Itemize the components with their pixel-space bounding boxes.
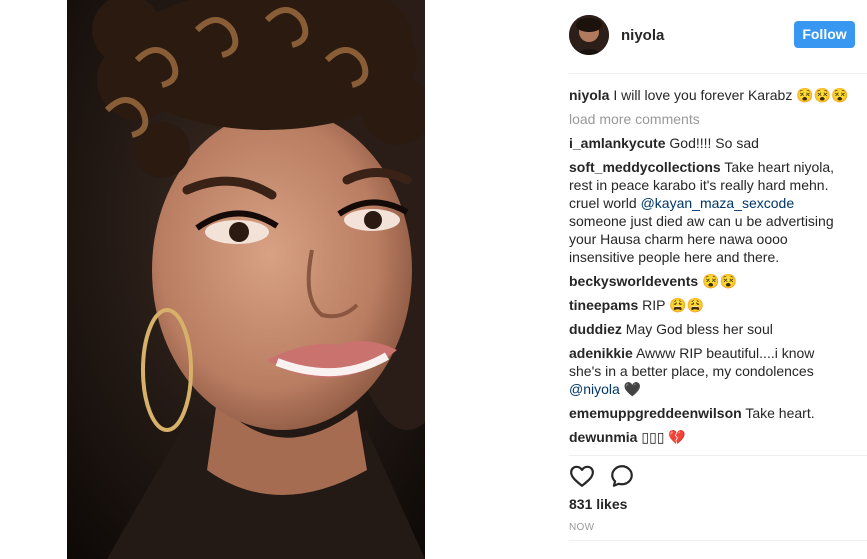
comment-mention[interactable]: @niyola (569, 381, 620, 397)
post-username[interactable]: niyola (621, 27, 664, 44)
comment-text: RIP 😩😩 (642, 297, 704, 313)
caption-text: I will love you forever Karabz 😵😵😵 (613, 87, 849, 103)
comment-username[interactable]: adenikkie (569, 345, 633, 361)
post-sidebar: niyola Follow niyola I will love you for… (569, 0, 867, 559)
comment-username[interactable]: dewunmia (569, 429, 637, 445)
load-more-comments-link[interactable]: load more comments (569, 110, 849, 128)
comment-text: 😵😵 (702, 273, 737, 289)
comment-username[interactable]: duddiez (569, 321, 622, 337)
comment-item: tineepams RIP 😩😩 (569, 296, 849, 314)
comment-username[interactable]: beckysworldevents (569, 273, 698, 289)
comment-username[interactable]: tineepams (569, 297, 638, 313)
divider (569, 73, 867, 74)
caption-username[interactable]: niyola (569, 87, 609, 103)
avatar[interactable] (569, 15, 609, 55)
comment-item: duddiez May God bless her soul (569, 320, 849, 338)
comment-mention[interactable]: @kayan_maza_sexcode (641, 195, 795, 211)
comment-text-after: 🖤 (619, 381, 642, 397)
portrait-image (67, 0, 425, 559)
comment-text: ▯▯▯ 💔 (641, 429, 686, 445)
caption: niyola I will love you forever Karabz 😵😵… (569, 86, 849, 104)
comment-text: Take heart. (745, 405, 815, 421)
comment-item: soft_meddycollections Take heart niyola,… (569, 158, 849, 266)
post-photo[interactable] (67, 0, 425, 559)
likes-count[interactable]: 831 likes (569, 496, 627, 512)
comment-item: beckysworldevents 😵😵 (569, 272, 849, 290)
follow-button[interactable]: Follow (794, 21, 855, 48)
comment-text: God!!!! So sad (669, 135, 759, 151)
comment-username[interactable]: soft_meddycollections (569, 159, 721, 175)
comment-item: adenikkie Awww RIP beautiful....i know s… (569, 344, 849, 398)
comment-text: May God bless her soul (625, 321, 773, 337)
speech-bubble-icon[interactable] (609, 463, 635, 489)
post-header: niyola Follow (569, 14, 859, 56)
post-timestamp: NOW (569, 522, 595, 533)
comment-item: dewunmia ▯▯▯ 💔 (569, 428, 849, 446)
comments-list: niyola I will love you forever Karabz 😵😵… (569, 86, 849, 452)
divider (569, 540, 867, 541)
comment-username[interactable]: ememuppgreddeenwilson (569, 405, 742, 421)
comment-text-after: someone just died aw can u be advertisin… (569, 213, 834, 265)
divider (569, 455, 867, 456)
comment-item: ememuppgreddeenwilson Take heart. (569, 404, 849, 422)
comment-item: i_amlankycute God!!!! So sad (569, 134, 849, 152)
comment-username[interactable]: i_amlankycute (569, 135, 666, 151)
heart-icon[interactable] (569, 463, 595, 489)
post-actions (569, 462, 649, 490)
